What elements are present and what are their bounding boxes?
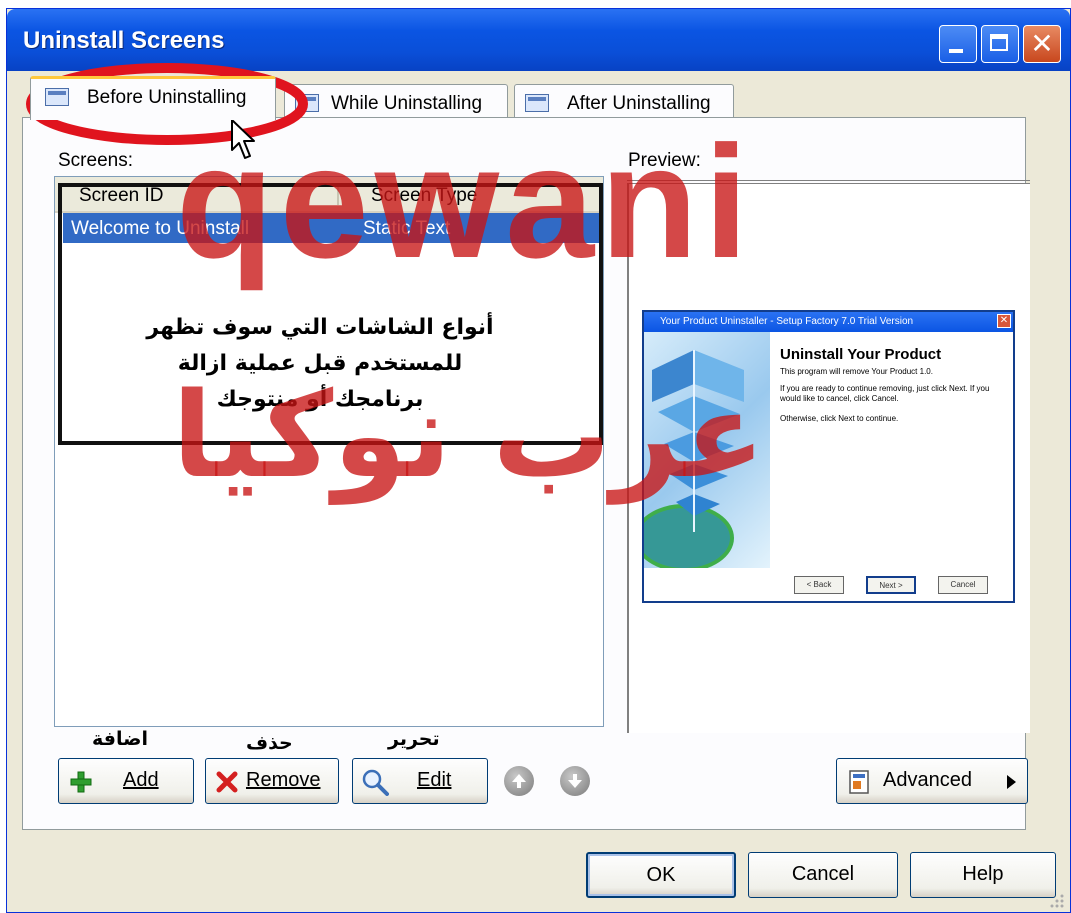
annotation-line: أنواع الشاشات التي سوف تظهر xyxy=(146,315,494,340)
magnifier-icon xyxy=(362,769,389,796)
advanced-button[interactable]: Advanced xyxy=(836,758,1028,804)
screens-label: Screens: xyxy=(58,150,133,171)
product-graphic xyxy=(644,332,770,568)
stacked-boxes-icon xyxy=(644,350,744,568)
plus-icon xyxy=(70,771,92,793)
preview-thumbnail: Your Product Uninstaller - Setup Factory… xyxy=(642,310,1015,603)
remove-label: Remove xyxy=(246,769,320,792)
mini-back-button: < Back xyxy=(794,576,844,594)
mini-body: If you are ready to continue removing, j… xyxy=(780,384,990,403)
arrow-down-icon xyxy=(568,774,582,788)
ok-button[interactable]: OK xyxy=(586,852,736,898)
remove-label-text: Remove xyxy=(246,769,321,791)
add-button[interactable]: Add xyxy=(58,758,194,804)
cancel-label: Cancel xyxy=(791,863,855,885)
close-button[interactable]: ✕ xyxy=(1023,25,1061,63)
move-up-button[interactable] xyxy=(504,766,534,796)
mini-next-button: Next > xyxy=(866,576,916,594)
mini-instruction: Otherwise, click Next to continue. xyxy=(780,414,899,423)
arrow-up-icon xyxy=(512,774,526,788)
preview-divider xyxy=(627,180,1030,181)
mini-subtitle: This program will remove Your Product 1.… xyxy=(780,367,933,376)
remove-button[interactable]: Remove xyxy=(205,758,339,804)
tab-before-uninstalling[interactable]: Before Uninstalling xyxy=(30,76,276,120)
cancel-button[interactable]: Cancel xyxy=(748,852,898,898)
mini-heading: Uninstall Your Product xyxy=(780,346,942,363)
help-button[interactable]: Help xyxy=(910,852,1056,898)
minimize-button[interactable] xyxy=(939,25,977,63)
tab-label: While Uninstalling xyxy=(331,93,483,114)
mini-cancel-button: Cancel xyxy=(938,576,988,594)
mini-title-bar: Your Product Uninstaller - Setup Factory… xyxy=(644,312,1013,332)
help-label: Help xyxy=(962,863,1004,885)
mouse-cursor-icon xyxy=(231,119,255,159)
add-caption: اضافة xyxy=(92,728,148,750)
preview-label: Preview: xyxy=(628,150,701,171)
edit-label: Edit xyxy=(417,769,452,791)
tab-label: After Uninstalling xyxy=(567,93,711,114)
resize-grip-icon[interactable] xyxy=(1046,890,1066,910)
mini-window-title: Your Product Uninstaller - Setup Factory… xyxy=(660,316,914,327)
annotation-line: للمستخدم قبل عملية ازالة xyxy=(177,351,463,376)
edit-button[interactable]: Edit xyxy=(352,758,488,804)
annotation-line: برنامجك أو منتوجك xyxy=(216,387,424,412)
annotation-text: أنواع الشاشات التي سوف تظهر للمستخدم قبل… xyxy=(110,310,530,418)
screen-icon xyxy=(525,94,549,112)
edit-caption: تحرير xyxy=(388,728,440,750)
add-label: Add xyxy=(123,769,159,791)
advanced-label: Advanced xyxy=(883,769,972,791)
mini-close-icon: ✕ xyxy=(997,314,1011,328)
maximize-button[interactable] xyxy=(981,25,1019,63)
ok-label: OK xyxy=(646,864,676,886)
close-icon: ✕ xyxy=(1030,27,1054,60)
triangle-right-icon xyxy=(1007,775,1016,789)
window-title: Uninstall Screens xyxy=(23,27,225,54)
move-down-button[interactable] xyxy=(560,766,590,796)
document-settings-icon xyxy=(849,770,869,794)
delete-x-icon xyxy=(216,771,238,793)
screen-icon xyxy=(45,88,69,106)
remove-caption: حذف xyxy=(246,732,293,754)
tab-label: Before Uninstalling xyxy=(87,87,247,108)
